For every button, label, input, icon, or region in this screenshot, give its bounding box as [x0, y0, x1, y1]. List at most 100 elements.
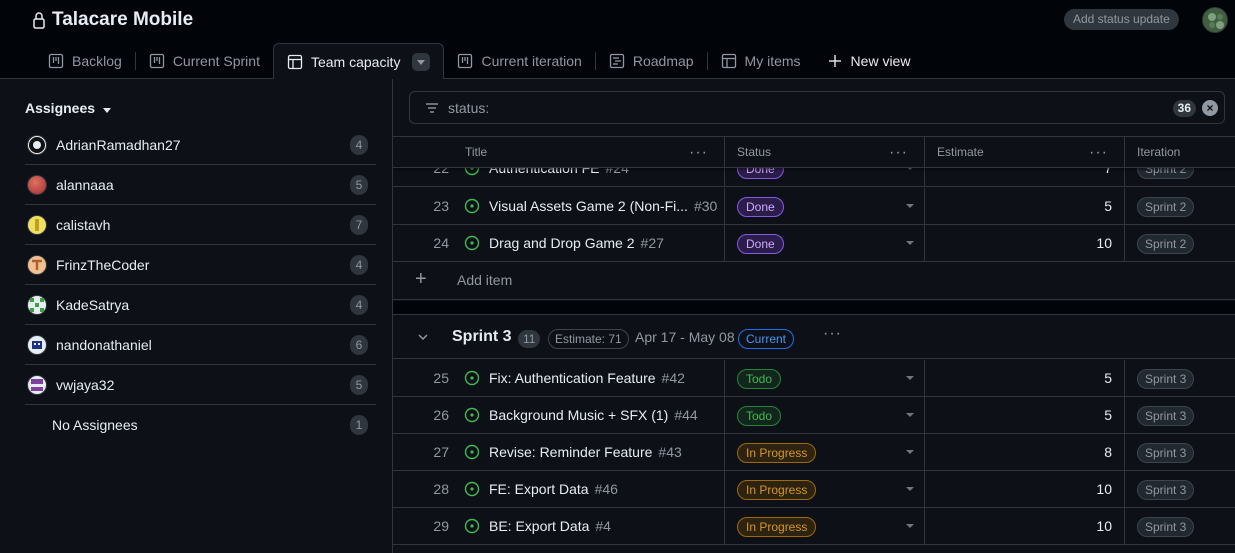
column-menu-icon[interactable]: ··· [689, 137, 708, 168]
status-badge[interactable]: Done [737, 197, 784, 217]
group-menu-icon[interactable]: ··· [823, 325, 842, 343]
assignees-group-by[interactable]: Assignees [25, 100, 112, 116]
estimate-value[interactable]: 10 [925, 225, 1112, 262]
open-issue-icon [464, 481, 480, 497]
assignee-name: alannaaa [56, 176, 114, 193]
chevron-down-icon[interactable] [906, 413, 914, 417]
iteration-badge[interactable]: Sprint 2 [1137, 197, 1195, 217]
assignee-name: nandonathaniel [56, 336, 152, 353]
table-row[interactable]: 23 Visual Assets Game 2 (Non-Fi... #30 Do… [393, 188, 1235, 225]
assignee-list: AdrianRamadhan27 4 alannaaa 5 calistavh … [25, 125, 376, 445]
open-issue-icon [464, 370, 480, 386]
tab-backlog[interactable]: Backlog [35, 43, 135, 79]
estimate-value[interactable]: 5 [925, 397, 1112, 434]
table-row[interactable]: 29 BE: Export Data #4 In Progress 10 Spri… [393, 508, 1235, 545]
estimate-value[interactable]: 10 [925, 508, 1112, 545]
table-row[interactable]: 28 FE: Export Data #46 In Progress 10 Spr… [393, 471, 1235, 508]
avatar[interactable] [1202, 7, 1228, 33]
status-badge[interactable]: In Progress [737, 517, 817, 537]
tab-label: My items [744, 53, 801, 69]
chevron-down-icon[interactable] [906, 376, 914, 380]
status-badge[interactable]: Todo [737, 406, 782, 426]
iteration-badge[interactable]: Sprint 3 [1137, 406, 1195, 426]
iteration-badge[interactable]: Sprint 2 [1137, 234, 1195, 254]
column-header-iteration[interactable]: Iteration [1125, 137, 1235, 168]
status-badge[interactable]: Todo [737, 369, 782, 389]
table-row[interactable]: 24 Drag and Drop Game 2 #27 Done 10 Sprin… [393, 225, 1235, 262]
row-title[interactable]: Visual Assets Game 2 (Non-Fi... #30 [489, 188, 717, 225]
tab-current-sprint[interactable]: Current Sprint [136, 43, 273, 79]
sidebar-heading: Assignees [25, 100, 96, 116]
status-badge[interactable]: In Progress [737, 443, 817, 463]
assignee-item[interactable]: No Assignees 1 [25, 405, 376, 445]
cell-divider [1124, 397, 1125, 433]
row-title[interactable]: Background Music + SFX (1) #44 [489, 397, 698, 434]
tab-label: New view [850, 53, 911, 69]
column-menu-icon[interactable]: ··· [889, 137, 908, 168]
board-icon [457, 53, 473, 69]
column-header-status[interactable]: Status ··· [725, 137, 924, 168]
estimate-value[interactable]: 5 [925, 188, 1112, 225]
assignee-item[interactable]: FrinzTheCoder 4 [25, 245, 376, 285]
add-item-button[interactable]: + Add item [393, 262, 1235, 300]
cell-divider [1124, 225, 1125, 261]
tab-current-iteration[interactable]: Current iteration [444, 43, 594, 79]
estimate-value[interactable]: 5 [925, 360, 1112, 397]
row-number: 29 [433, 518, 449, 534]
iteration-badge[interactable]: Sprint 3 [1137, 480, 1195, 500]
assignee-item[interactable]: calistavh 7 [25, 205, 376, 245]
assignee-item[interactable]: vwjaya32 5 [25, 365, 376, 405]
column-header-title[interactable]: Title ··· [453, 137, 724, 168]
group-header-sprint-3: Sprint 3 11 Estimate: 71 Apr 17 - May 08… [393, 316, 1235, 359]
table-icon [287, 54, 303, 70]
table-row[interactable]: 27 Revise: Reminder Feature #43 In Progre… [393, 434, 1235, 471]
count-badge: 4 [350, 134, 368, 155]
tab-roadmap[interactable]: Roadmap [596, 43, 707, 79]
filter-bar[interactable]: status: 36 × [409, 91, 1225, 124]
open-issue-icon [464, 407, 480, 423]
table-row[interactable]: 25 Fix: Authentication Feature #42 Todo 5… [393, 360, 1235, 397]
assignee-item[interactable]: KadeSatrya 4 [25, 285, 376, 325]
assignee-item[interactable]: alannaaa 5 [25, 165, 376, 205]
chevron-down-icon [103, 100, 112, 116]
tab-label: Roadmap [632, 53, 694, 69]
status-badge[interactable]: Done [737, 234, 784, 254]
iteration-badge[interactable]: Sprint 3 [1137, 369, 1195, 389]
chevron-down-icon[interactable] [906, 487, 914, 491]
row-title[interactable]: Revise: Reminder Feature #43 [489, 434, 682, 471]
avatar [27, 254, 47, 275]
assignee-name: vwjaya32 [56, 376, 115, 393]
row-title[interactable]: FE: Export Data #46 [489, 471, 618, 508]
row-title[interactable]: BE: Export Data #4 [489, 508, 611, 545]
chevron-down-icon[interactable] [906, 450, 914, 454]
chevron-down-icon[interactable] [906, 241, 914, 245]
cell-divider [724, 471, 725, 507]
add-status-update-button[interactable]: Add status update [1064, 9, 1179, 30]
close-icon[interactable]: × [1202, 100, 1218, 116]
count-badge: 5 [350, 174, 368, 195]
add-item-label: Add item [457, 272, 513, 288]
assignee-item[interactable]: nandonathaniel 6 [25, 325, 376, 365]
chevron-down-icon[interactable] [906, 524, 914, 528]
iteration-badge[interactable]: Sprint 3 [1137, 443, 1195, 463]
chevron-down-icon[interactable] [906, 204, 914, 208]
row-title[interactable]: Drag and Drop Game 2 #27 [489, 225, 664, 262]
column-menu-icon[interactable]: ··· [1089, 137, 1108, 168]
row-title[interactable]: Fix: Authentication Feature #42 [489, 360, 685, 397]
assignee-item[interactable]: AdrianRamadhan27 4 [25, 125, 376, 165]
estimate-value[interactable]: 10 [925, 471, 1112, 508]
iteration-badge[interactable]: Sprint 3 [1137, 517, 1195, 537]
chevron-down-icon[interactable] [417, 330, 429, 342]
chevron-down-icon[interactable] [412, 53, 431, 71]
new-view-button[interactable]: New view [814, 43, 924, 79]
status-badge[interactable]: In Progress [737, 480, 817, 500]
tab-team-capacity[interactable]: Team capacity [272, 43, 445, 80]
tab-my-items[interactable]: My items [708, 43, 814, 79]
tab-label: Current Sprint [172, 53, 260, 69]
estimate-value[interactable]: 8 [925, 434, 1112, 471]
table-row[interactable]: 26 Background Music + SFX (1) #44 Todo 5 … [393, 397, 1235, 434]
cell-divider [1124, 471, 1125, 507]
filter-input[interactable]: status: [448, 100, 1224, 116]
column-header-estimate[interactable]: Estimate ··· [925, 137, 1124, 168]
assignee-name: KadeSatrya [56, 296, 130, 313]
